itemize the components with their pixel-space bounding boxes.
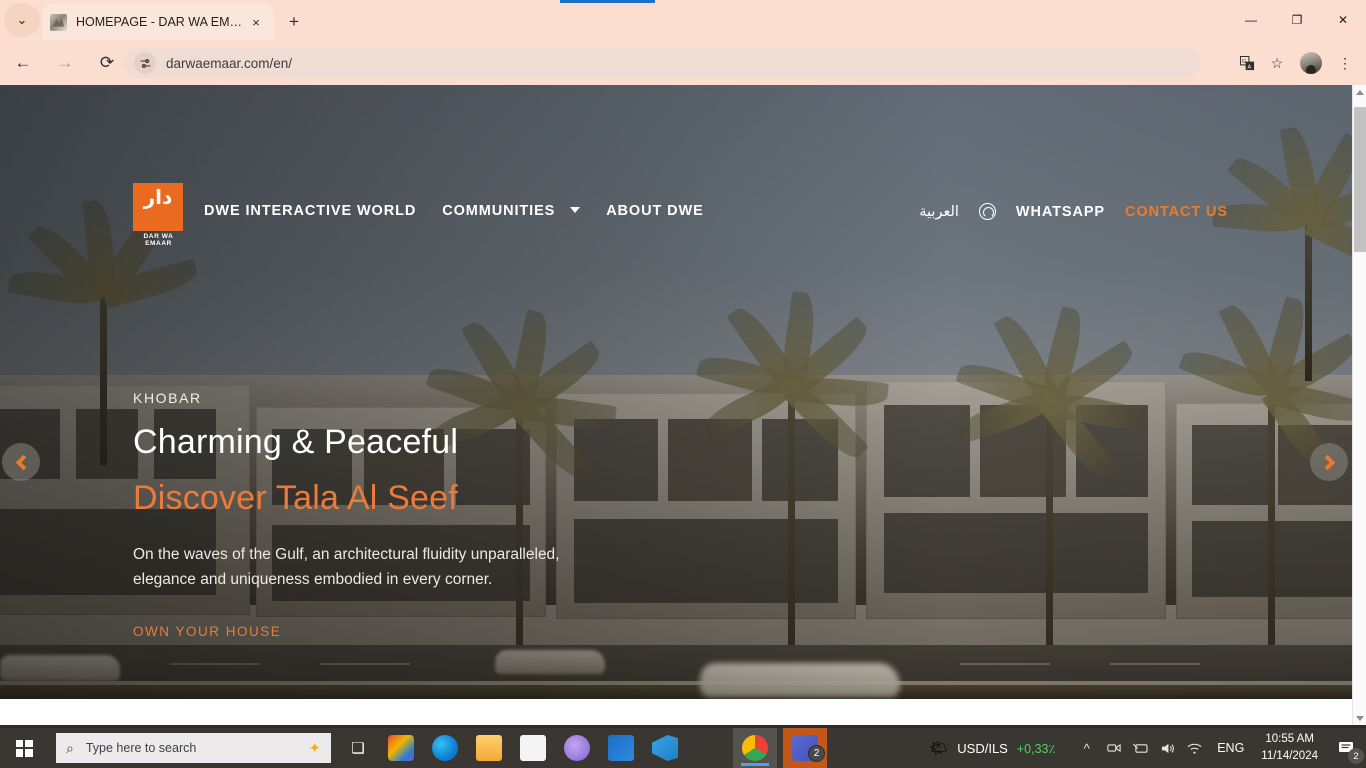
scroll-down-button[interactable] <box>1353 711 1366 725</box>
svg-text:G: G <box>1241 59 1245 65</box>
logo-subtitle: DAR WA EMAAR <box>143 233 174 247</box>
back-button[interactable]: ← <box>4 44 42 82</box>
scroll-up-button[interactable] <box>1353 85 1366 99</box>
system-tray: 🌤 USD/ILS +0,33٪ ^ ENG 10:55 AM 11/14/20… <box>929 728 1366 768</box>
windows-taskbar: ⌕ Type here to search ✦ ❏ 2 🌤 USD/ILS +0… <box>0 728 1366 768</box>
notification-count: 2 <box>1348 748 1364 764</box>
address-bar[interactable]: darwaemaar.com/en/ <box>124 48 1200 78</box>
nav-item-whatsapp[interactable]: WHATSAPP <box>1016 204 1105 220</box>
clock-time: 10:55 AM <box>1265 733 1314 746</box>
nav-item-dwe-interactive-world[interactable]: DWE INTERACTIVE WORLD <box>204 203 416 219</box>
whatsapp-icon[interactable] <box>978 203 996 220</box>
browser-tab[interactable]: HOMEPAGE - DAR WA EMAAR × <box>42 4 274 40</box>
hero-copy: KHOBAR Charming & Peaceful Discover Tala… <box>133 390 693 639</box>
vscode-icon[interactable] <box>652 735 678 761</box>
clock-date: 11/14/2024 <box>1261 750 1318 762</box>
page-below-hero <box>0 699 1352 725</box>
taskbar-clock[interactable]: 10:55 AM 11/14/2024 <box>1253 731 1326 764</box>
page-viewport: KHOBAR Charming & Peaceful Discover Tala… <box>0 85 1366 725</box>
primary-nav: DWE INTERACTIVE WORLD COMMUNITIES ABOUT … <box>204 203 704 219</box>
nav-item-contact-us[interactable]: CONTACT US <box>1125 204 1228 220</box>
hero-banner: KHOBAR Charming & Peaceful Discover Tala… <box>0 85 1352 699</box>
carousel-next-button[interactable] <box>1310 443 1348 481</box>
maximize-button[interactable]: ❐ <box>1274 0 1320 40</box>
volume-icon[interactable] <box>1154 728 1181 768</box>
page-favicon <box>50 13 67 31</box>
nav-item-communities-label: COMMUNITIES <box>442 203 556 219</box>
chrome-taskbar-button[interactable] <box>733 728 777 768</box>
sparkle-icon: ✦ <box>308 740 321 757</box>
microsoft-store-icon[interactable] <box>520 735 546 761</box>
chrome-icon <box>742 735 768 761</box>
language-indicator[interactable]: ENG <box>1208 741 1253 755</box>
nav-item-communities[interactable]: COMMUNITIES <box>442 203 581 219</box>
tab-search-chevron-icon[interactable]: ⌄ <box>4 3 40 37</box>
task-view-icon[interactable]: ❏ <box>345 738 371 758</box>
notification-center-button[interactable]: 2 <box>1326 728 1366 768</box>
taskbar-pinned-apps <box>388 728 678 768</box>
search-icon: ⌕ <box>66 739 74 756</box>
new-tab-button[interactable]: + <box>281 9 307 35</box>
carousel-prev-button[interactable] <box>2 443 40 481</box>
teams-badge-count: 2 <box>808 745 825 762</box>
forward-button[interactable]: → <box>46 44 84 82</box>
stock-pair: USD/ILS <box>957 740 1008 756</box>
keyboard-icon[interactable] <box>1127 728 1154 768</box>
tab-strip: ⌄ HOMEPAGE - DAR WA EMAAR × + — ❐ ✕ <box>0 0 1366 40</box>
tray-overflow-icon[interactable]: ^ <box>1073 728 1100 768</box>
nav-item-arabic[interactable]: العربية <box>919 204 959 220</box>
own-your-house-link[interactable]: OWN YOUR HOUSE <box>133 624 693 639</box>
office-icon[interactable] <box>388 735 414 761</box>
site-logo[interactable]: دار <box>133 183 183 231</box>
search-placeholder: Type here to search <box>85 741 197 755</box>
stock-icon: 🌤 <box>929 740 949 757</box>
taskbar-search[interactable]: ⌕ Type here to search ✦ <box>56 733 331 763</box>
secondary-nav: العربية WHATSAPP CONTACT US <box>919 203 1228 220</box>
scrollbar-thumb[interactable] <box>1354 107 1366 252</box>
camera-icon[interactable] <box>1100 728 1127 768</box>
url-text: darwaemaar.com/en/ <box>166 55 293 71</box>
hero-title-line2: Discover Tala Al Seef <box>133 479 458 518</box>
tab-title: HOMEPAGE - DAR WA EMAAR <box>76 15 246 29</box>
browser-chrome: ⌄ HOMEPAGE - DAR WA EMAAR × + — ❐ ✕ ← → … <box>0 0 1366 85</box>
nav-item-about-dwe[interactable]: ABOUT DWE <box>606 203 704 219</box>
chevron-right-icon <box>1319 454 1335 470</box>
powerpoint-icon[interactable] <box>564 735 590 761</box>
chevron-down-icon <box>570 207 581 213</box>
profile-avatar[interactable] <box>1300 52 1322 74</box>
stock-change: +0,33٪ <box>1016 741 1056 756</box>
start-button[interactable] <box>0 728 48 768</box>
svg-text:A: A <box>1247 64 1251 70</box>
page-scrollbar[interactable] <box>1352 85 1366 725</box>
outlook-icon[interactable] <box>608 735 634 761</box>
wifi-icon[interactable] <box>1181 728 1208 768</box>
hero-eyebrow: KHOBAR <box>133 390 202 406</box>
file-explorer-icon[interactable] <box>476 735 502 761</box>
browser-menu-icon[interactable]: ⋮ <box>1330 48 1360 78</box>
chevron-left-icon <box>15 454 31 470</box>
teams-taskbar-button[interactable]: 2 <box>783 728 827 768</box>
hero-body-text: On the waves of the Gulf, an architectur… <box>133 546 560 589</box>
windows-logo-icon <box>15 739 33 757</box>
close-window-button[interactable]: ✕ <box>1320 0 1366 40</box>
window-controls: — ❐ ✕ <box>1228 0 1366 40</box>
logo-arabic-mark: دار <box>143 185 173 209</box>
close-tab-icon[interactable]: × <box>246 12 266 32</box>
toolbar-right-icons: G A ☆ ⋮ <box>1232 45 1360 81</box>
site-navigation <box>0 85 1352 160</box>
bookmark-star-icon[interactable]: ☆ <box>1262 48 1292 78</box>
stock-ticker[interactable]: 🌤 USD/ILS +0,33٪ <box>929 739 1055 757</box>
reload-button[interactable]: ⟳ <box>88 44 126 82</box>
minimize-button[interactable]: — <box>1228 0 1274 40</box>
hero-title-line1: Charming & Peaceful <box>133 423 459 461</box>
tune-icon[interactable] <box>134 52 156 74</box>
edge-icon[interactable] <box>432 735 458 761</box>
translate-icon[interactable]: G A <box>1232 48 1262 78</box>
